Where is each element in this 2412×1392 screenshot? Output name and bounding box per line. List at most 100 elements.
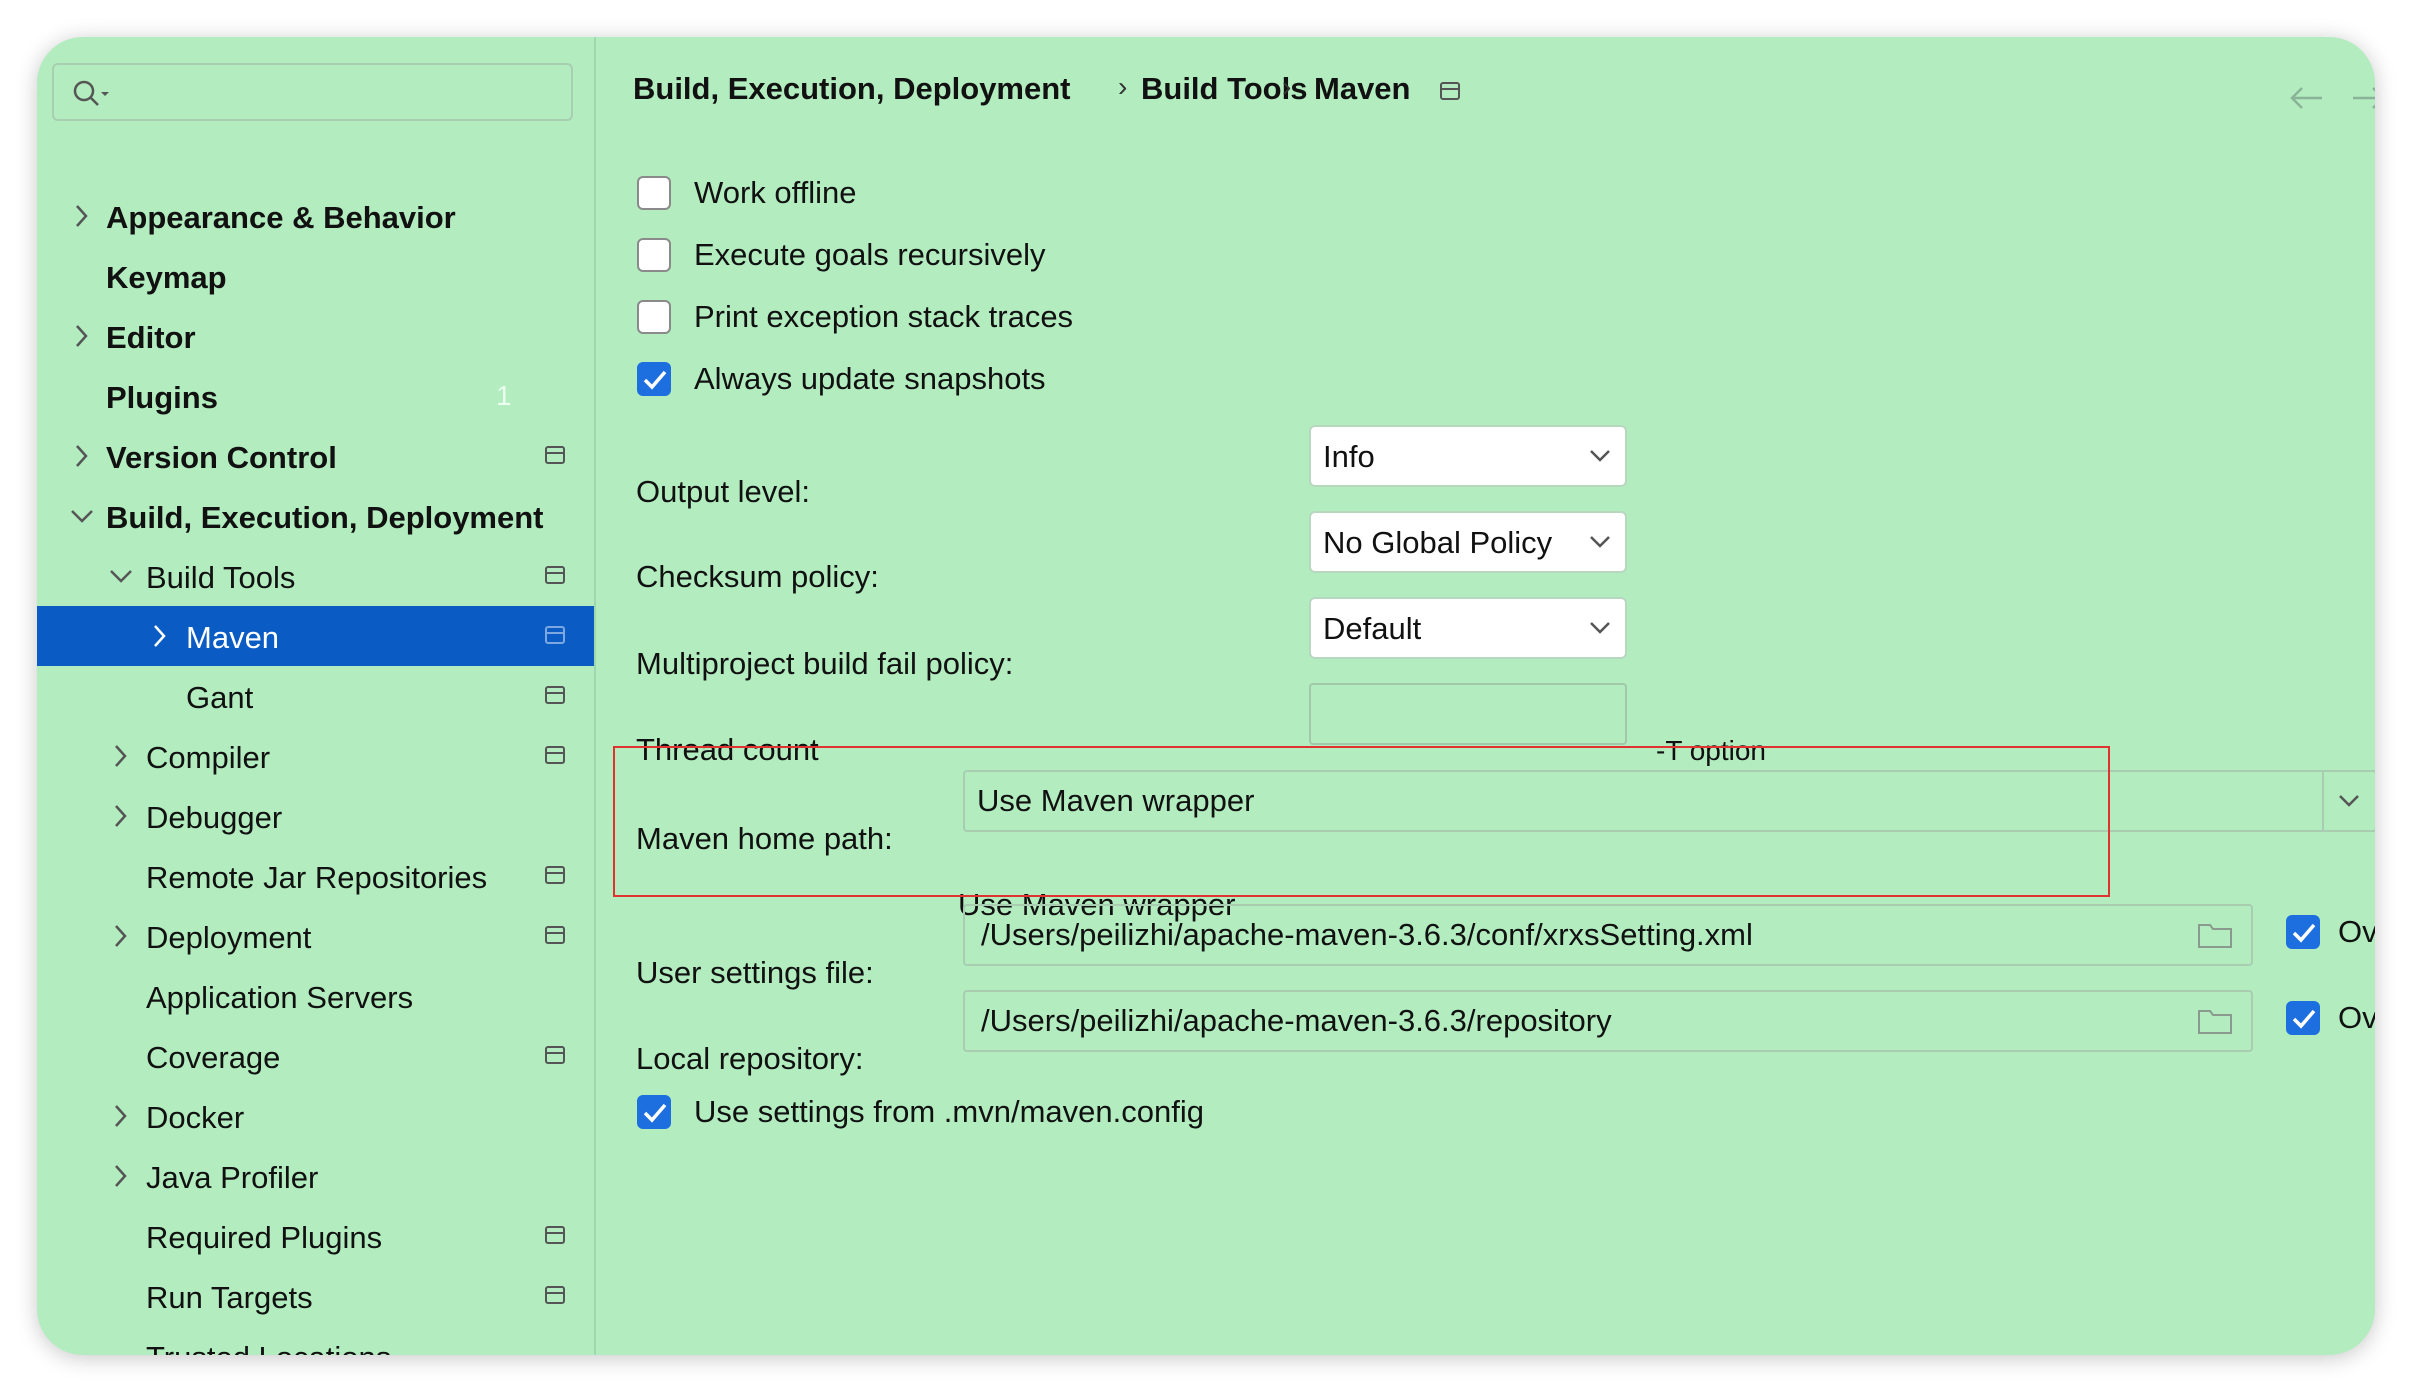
highlight-annotation [613,746,2110,897]
checkmark-icon [643,1103,667,1123]
checksum-policy-dropdown[interactable]: No Global Policy [1309,511,1627,573]
always-update-snapshots-checkbox[interactable] [637,362,671,396]
user-settings-file-value: /Users/peilizhi/apache-maven-3.6.3/conf/… [981,917,1753,952]
breadcrumb-separator: › [1118,71,1128,102]
sidebar-item-label: Trusted Locations [146,1340,391,1355]
sidebar-item-appearance-behavior[interactable]: Appearance & Behavior [37,186,594,246]
sidebar-item-build-execution-deployment[interactable]: Build, Execution, Deployment [37,486,594,546]
sidebar-item-maven[interactable]: Maven [37,606,594,666]
project-scope-icon [545,1226,565,1244]
sidebar-item-plugins[interactable]: Plugins 1 [37,366,594,426]
sidebar-item-trusted-locations[interactable]: Trusted Locations [37,1326,594,1355]
folder-icon[interactable] [2197,1006,2233,1036]
search-icon [73,80,109,106]
sidebar-item-label: Build Tools [146,560,296,595]
sidebar-item-gant[interactable]: Gant [37,666,594,726]
project-scope-icon [545,566,565,584]
breadcrumb-item: Maven [1314,71,1411,106]
user-settings-file-label: User settings file: [636,955,874,990]
sidebar-item-label: Remote Jar Repositories [146,860,488,895]
sidebar-item-label: Maven [186,620,280,655]
output-level-label: Output level: [636,474,811,509]
local-repository-input[interactable]: /Users/peilizhi/apache-maven-3.6.3/repos… [963,990,2253,1052]
chevron-right-icon[interactable] [69,201,95,231]
chevron-right-icon[interactable] [69,441,95,471]
chevron-right-icon[interactable] [108,801,134,831]
checkmark-icon [2292,923,2316,943]
sidebar-item-keymap[interactable]: Keymap [37,246,594,306]
print-exception-stack-traces-label: Print exception stack traces [694,299,1074,334]
back-arrow-icon[interactable] [2288,85,2324,111]
thread-count-input[interactable] [1309,683,1627,745]
chevron-right-icon[interactable] [147,621,173,651]
settings-sidebar: Appearance & Behavior Keymap Editor Plug… [37,37,596,1355]
checksum-policy-label: Checksum policy: [636,559,879,594]
sidebar-item-deployment[interactable]: Deployment [37,906,594,966]
execute-goals-recursively-checkbox[interactable] [637,238,671,272]
output-level-value: Info [1323,439,1375,474]
project-scope-icon [545,686,565,704]
chevron-down-icon[interactable] [69,501,95,531]
local-repository-value: /Users/peilizhi/apache-maven-3.6.3/repos… [981,1003,1612,1038]
sidebar-item-java-profiler[interactable]: Java Profiler [37,1146,594,1206]
local-repository-label: Local repository: [636,1041,864,1076]
project-scope-icon [545,866,565,884]
local-repository-override-label: Overr [2338,1000,2375,1035]
chevron-down-icon[interactable] [108,561,134,591]
combo-divider [2322,772,2324,830]
sidebar-item-remote-jar-repositories[interactable]: Remote Jar Repositories [37,846,594,906]
sidebar-item-label: Docker [146,1100,245,1135]
sidebar-item-label: Build, Execution, Deployment [106,500,544,535]
breadcrumb-item[interactable]: Build, Execution, Deployment [633,71,1071,107]
sidebar-item-label: Debugger [146,800,283,835]
sidebar-item-label: Appearance & Behavior [106,200,456,235]
project-scope-icon [545,926,565,944]
sidebar-item-debugger[interactable]: Debugger [37,786,594,846]
sidebar-item-application-servers[interactable]: Application Servers [37,966,594,1026]
multiproject-fail-policy-dropdown[interactable]: Default [1309,597,1627,659]
execute-goals-recursively-label: Execute goals recursively [694,237,1046,272]
project-scope-icon [545,446,565,464]
work-offline-checkbox[interactable] [637,176,671,210]
checksum-policy-value: No Global Policy [1323,525,1553,560]
sidebar-item-label: Plugins [106,380,218,415]
chevron-right-icon[interactable] [108,1161,134,1191]
use-mvn-config-label: Use settings from .mvn/maven.config [694,1094,1204,1129]
breadcrumb-separator: › [1282,71,1292,102]
sidebar-item-docker[interactable]: Docker [37,1086,594,1146]
folder-icon[interactable] [2197,920,2233,950]
chevron-right-icon[interactable] [108,1101,134,1131]
user-settings-override-checkbox[interactable] [2286,915,2320,949]
sidebar-item-version-control[interactable]: Version Control [37,426,594,486]
forward-arrow-icon[interactable] [2351,85,2375,111]
sidebar-item-editor[interactable]: Editor [37,306,594,366]
multiproject-fail-policy-value: Default [1323,611,1422,646]
plugins-update-badge: 1 [496,380,512,411]
sidebar-item-run-targets[interactable]: Run Targets [37,1266,594,1326]
local-repository-override-checkbox[interactable] [2286,1001,2320,1035]
sidebar-item-label: Run Targets [146,1280,313,1315]
chevron-right-icon[interactable] [69,321,95,351]
print-exception-stack-traces-checkbox[interactable] [637,300,671,334]
project-scope-icon [1440,82,1460,100]
project-scope-icon [545,626,565,644]
user-settings-file-input[interactable]: /Users/peilizhi/apache-maven-3.6.3/conf/… [963,904,2253,966]
sidebar-item-label: Keymap [106,260,227,295]
use-mvn-config-checkbox[interactable] [637,1095,671,1129]
checkmark-icon [643,370,667,390]
chevron-right-icon[interactable] [108,741,134,771]
chevron-down-icon[interactable] [2338,793,2360,809]
sidebar-item-coverage[interactable]: Coverage [37,1026,594,1086]
sidebar-item-required-plugins[interactable]: Required Plugins [37,1206,594,1266]
project-scope-icon [545,746,565,764]
sidebar-item-build-tools[interactable]: Build Tools [37,546,594,606]
output-level-dropdown[interactable]: Info [1309,425,1627,487]
sidebar-item-label: Compiler [146,740,271,775]
chevron-down-icon [1590,450,1610,462]
sidebar-item-label: Java Profiler [146,1160,319,1195]
settings-search-field[interactable] [52,63,573,121]
project-scope-icon [545,1286,565,1304]
sidebar-item-compiler[interactable]: Compiler [37,726,594,786]
sidebar-item-label: Gant [186,680,254,715]
chevron-right-icon[interactable] [108,921,134,951]
